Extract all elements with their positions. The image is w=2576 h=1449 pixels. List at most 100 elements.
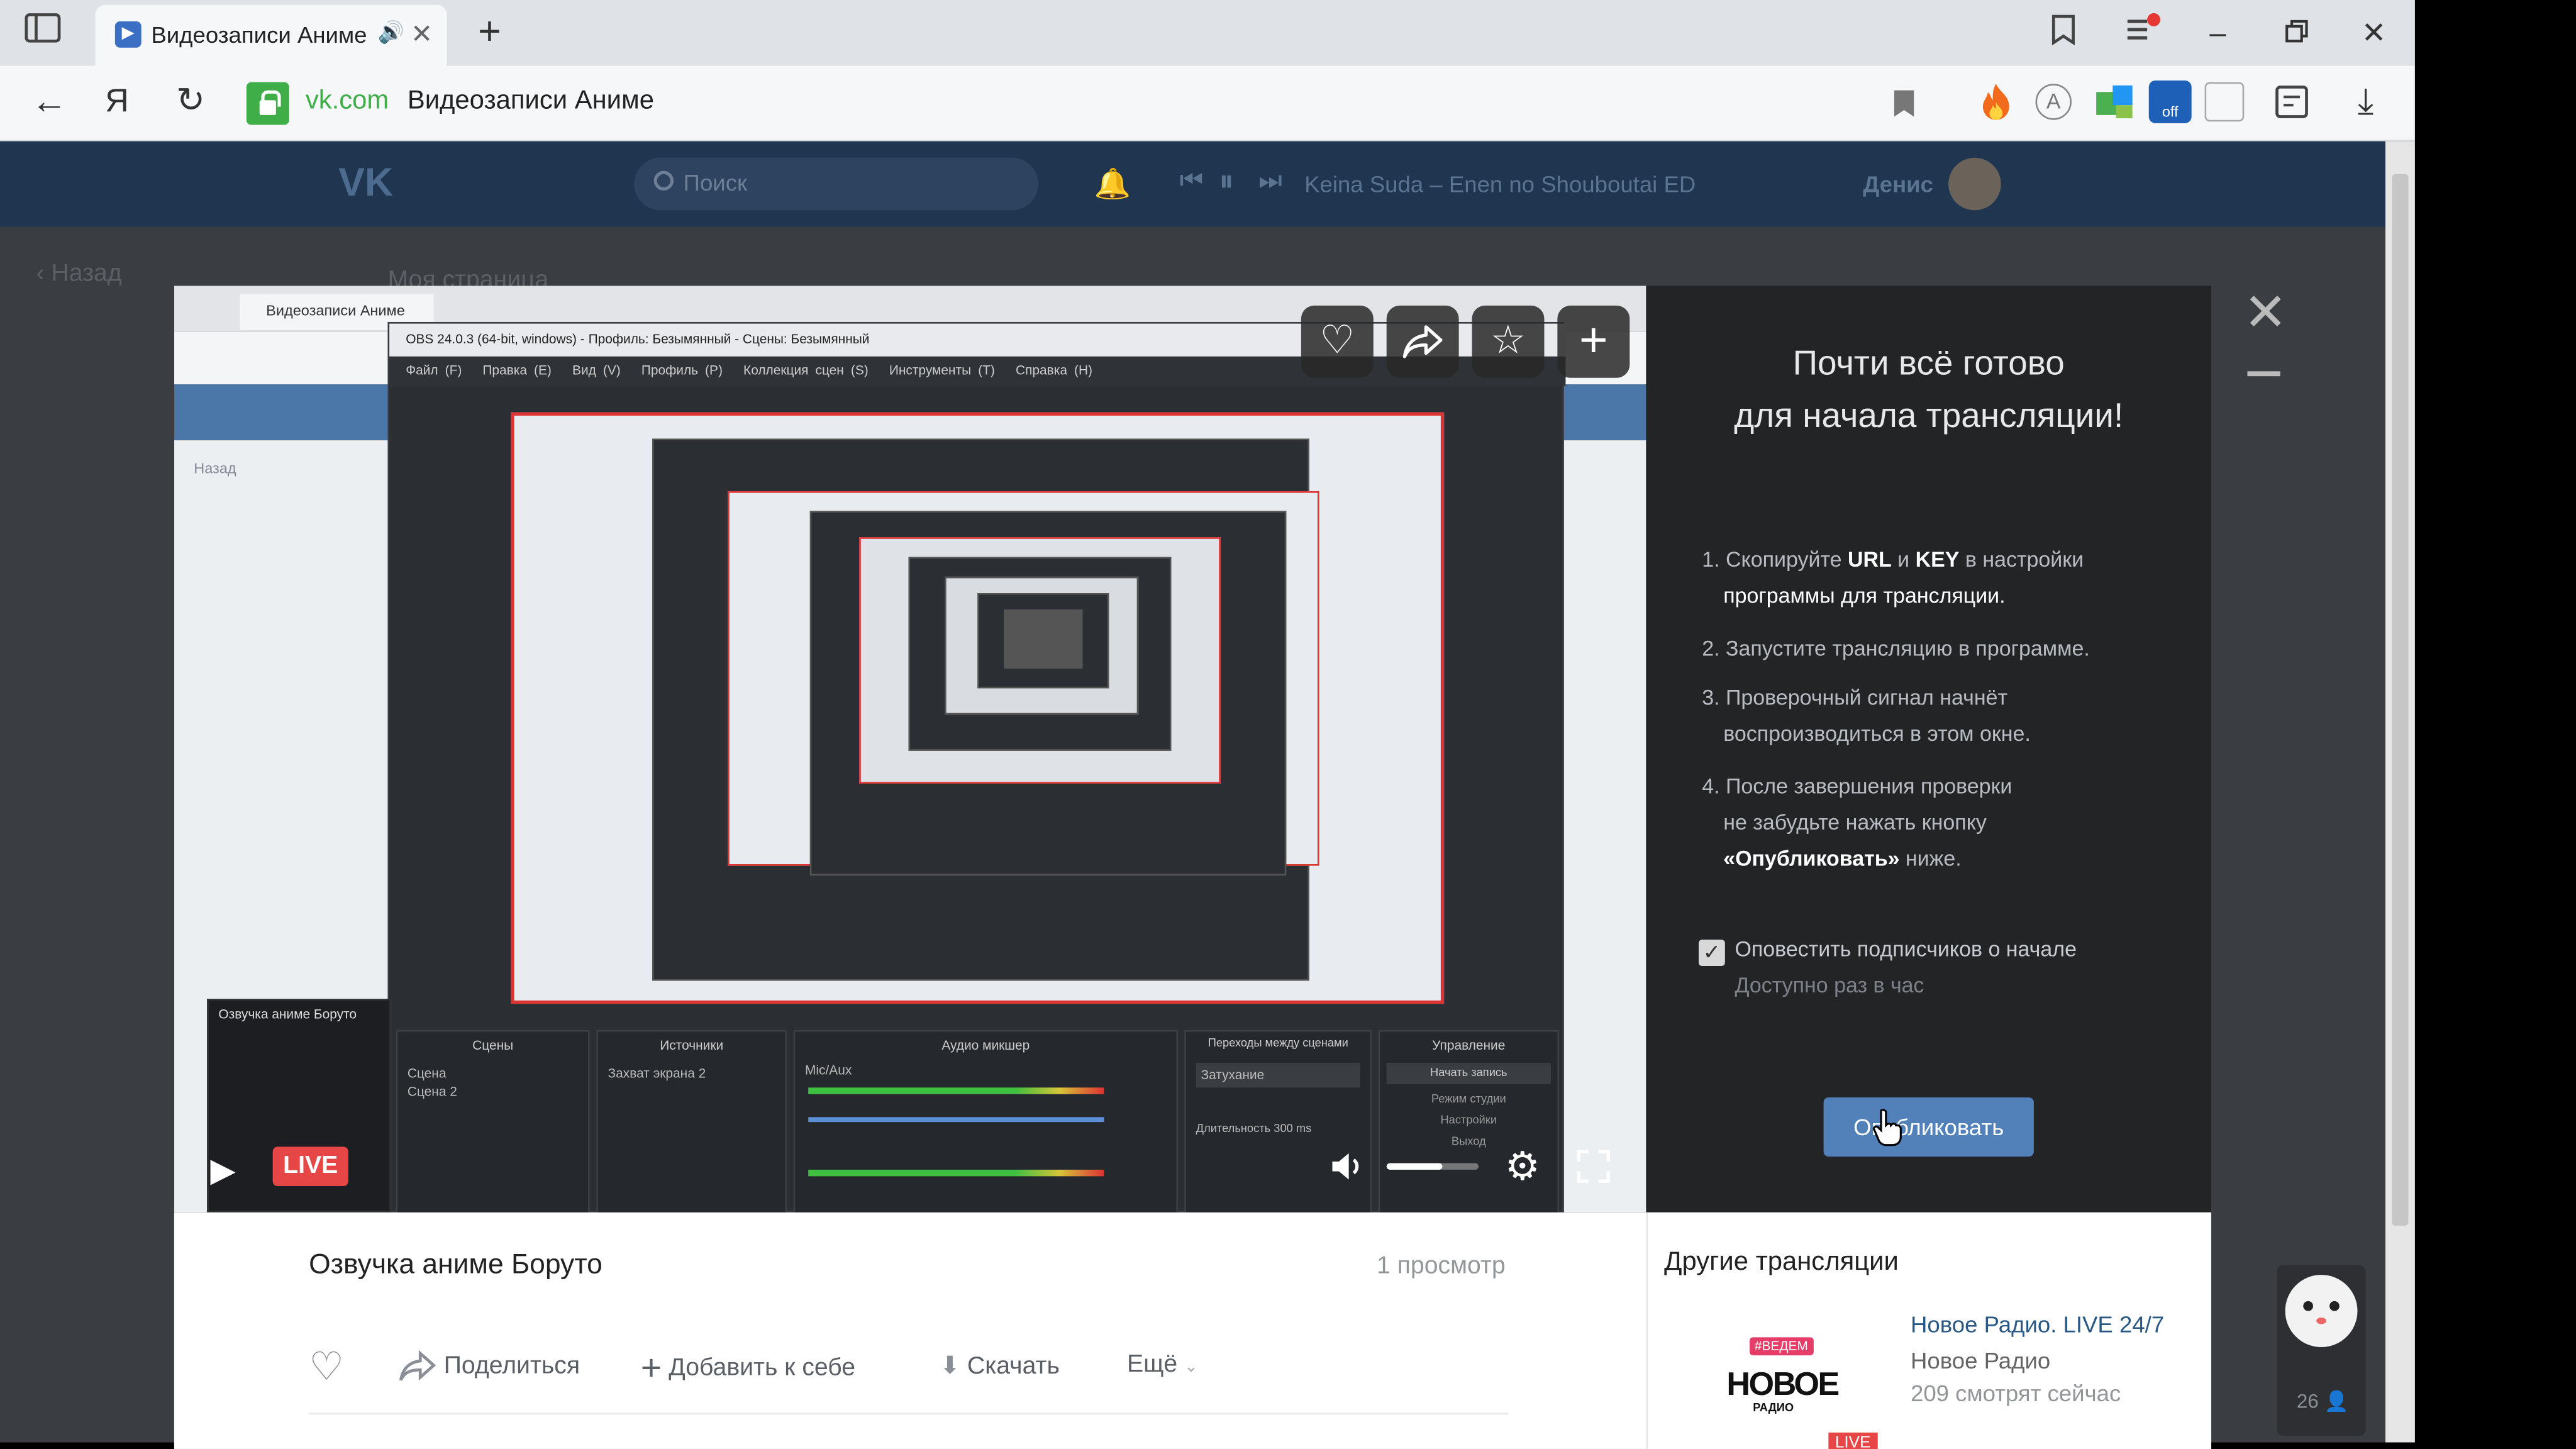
obs-menu-item: Коллекция сцен (S) xyxy=(743,363,869,378)
like-heart-icon[interactable]: ♡ xyxy=(309,1344,344,1392)
side-widget[interactable]: 26 👤 xyxy=(2277,1265,2366,1436)
obs-menu-item: Вид (V) xyxy=(572,363,621,378)
restore-icon[interactable] xyxy=(2277,13,2317,53)
cat-avatar xyxy=(2285,1275,2358,1348)
publish-button[interactable]: Опубликовать xyxy=(1823,1097,2034,1157)
notify-label[interactable]: Оповестить подписчиков о начале xyxy=(1735,936,2077,961)
screen: ▶ Видеозаписи Аниме 🔊 ✕ + – ✕ ← Я ↻ vk.c… xyxy=(0,0,2576,1449)
other-stream-viewers: 209 смотрят сейчас xyxy=(1910,1380,2121,1407)
volume-icon[interactable] xyxy=(1328,1146,1367,1194)
close-window-icon[interactable]: ✕ xyxy=(2354,13,2394,53)
add-label: Добавить к себе xyxy=(669,1353,856,1382)
setup-title-line2: для начала трансляции! xyxy=(1734,397,2124,436)
favorite-star-icon[interactable]: ☆ xyxy=(1472,305,1545,378)
page-scrollbar[interactable] xyxy=(2385,141,2415,1443)
tab-close-icon[interactable]: ✕ xyxy=(411,18,433,51)
url-domain: vk.com xyxy=(305,87,389,115)
add-to-my-videos-icon[interactable]: + xyxy=(1557,305,1630,378)
scrollbar-thumb[interactable] xyxy=(2392,174,2409,1226)
now-playing[interactable]: Keina Suda – Enen no Shouboutai ED xyxy=(1304,171,1696,197)
puzzle-extension-icon[interactable] xyxy=(2093,82,2136,130)
obs-transition-select: Затухание xyxy=(1196,1063,1360,1088)
step1-post: в настройки xyxy=(1959,547,2084,572)
other-streams-title: Другие трансляции xyxy=(1664,1248,1899,1277)
sidebar-toggle-icon[interactable] xyxy=(23,13,63,53)
obs-menu-item: Профиль (P) xyxy=(641,363,723,378)
novoe-radio-thumb[interactable]: #ВЕДЕМ НОВОЕ РАДИО LIVE xyxy=(1697,1328,1877,1449)
tab-audio-icon[interactable]: 🔊 xyxy=(378,19,404,46)
view-count: 1 просмотр xyxy=(1377,1252,1506,1280)
step3-line2: воспроизводиться в этом окне. xyxy=(1723,721,2031,746)
obs-scenes-dock: Сцены Сцена Сцена 2 xyxy=(396,1030,590,1213)
download-action[interactable]: ⬇ Скачать xyxy=(940,1350,1060,1380)
other-stream-author[interactable]: Новое Радио xyxy=(1911,1347,2050,1374)
logo-main: НОВОЕ xyxy=(1726,1367,1840,1403)
chevron-down-icon: ⌄ xyxy=(1184,1358,1198,1377)
settings-gear-icon[interactable]: ⚙ xyxy=(1505,1143,1540,1191)
yandex-icon[interactable]: Я xyxy=(105,84,129,121)
calendar-extension-icon[interactable]: off xyxy=(2148,80,2192,123)
other-stream-title[interactable]: Новое Радио. LIVE 24/7 xyxy=(1911,1311,2164,1338)
browser-tab-bar: ▶ Видеозаписи Аниме 🔊 ✕ + – ✕ xyxy=(0,0,2415,66)
bell-icon[interactable]: 🔔 xyxy=(1094,167,1131,202)
cat-eye xyxy=(2303,1301,2313,1311)
pause-icon[interactable]: ⏸ xyxy=(1219,164,1234,199)
obs-controls-title: Управление xyxy=(1432,1038,1506,1053)
obs-mixer-channel: Mic/Aux xyxy=(804,1063,852,1078)
logo-tag: #ВЕДЕМ xyxy=(1749,1337,1813,1356)
back-arrow-icon[interactable]: ← xyxy=(30,81,69,122)
obs-duration-value: 300 ms xyxy=(1274,1123,1312,1136)
url-field[interactable]: vk.com Видеозаписи Аниме xyxy=(246,75,1939,128)
like-icon[interactable]: ♡ xyxy=(1301,305,1374,378)
vk-search-input[interactable]: Поиск xyxy=(634,157,1038,211)
bookmarks-panel-icon[interactable] xyxy=(2044,13,2084,53)
bookmark-icon[interactable] xyxy=(1892,89,1916,126)
reading-list-icon[interactable] xyxy=(2273,82,2316,130)
close-modal-icon[interactable]: ✕ xyxy=(2238,282,2294,341)
more-action[interactable]: Ещё ⌄ xyxy=(1127,1350,1198,1378)
setup-step-1: 1. Скопируйте URL и KEY в настройки прог… xyxy=(1702,542,2179,614)
cat-eye xyxy=(2329,1301,2340,1311)
user-name[interactable]: Денис xyxy=(1863,171,1933,197)
browser-tab[interactable]: ▶ Видеозаписи Аниме 🔊 ✕ xyxy=(95,4,447,66)
step1-and: и xyxy=(1891,547,1916,572)
step4-bold: «Опубликовать» xyxy=(1723,846,1900,871)
download-icon[interactable]: ⤓ xyxy=(2346,81,2385,122)
volume-slider-fill xyxy=(1386,1163,1442,1170)
notify-subscribers-checkbox[interactable]: ✓ xyxy=(1699,940,1725,966)
url-link[interactable]: URL xyxy=(1848,547,1892,572)
prev-track-icon[interactable]: ⏮ xyxy=(1180,167,1204,197)
share-action[interactable]: Поделиться xyxy=(397,1350,580,1383)
obs-control-button: Настройки xyxy=(1440,1115,1497,1127)
obs-menu-item: Правка (E) xyxy=(482,363,552,378)
video-player[interactable]: Видеозаписи Аниме Назад OBS 24.0.3 (64-b… xyxy=(174,286,1646,1213)
next-track-icon[interactable]: ⏭ xyxy=(1258,167,1282,197)
play-icon[interactable]: ▶ xyxy=(210,1150,235,1191)
user-avatar[interactable] xyxy=(1948,157,2001,211)
vk-back-link[interactable]: ‹ Назад xyxy=(36,260,121,287)
share-icon[interactable] xyxy=(1386,305,1459,378)
other-streams: Другие трансляции #ВЕДЕМ НОВОЕ РАДИО LIV… xyxy=(1646,1212,2212,1449)
fullscreen-icon[interactable] xyxy=(1574,1146,1613,1194)
obs-menu-item: Справка (H) xyxy=(1015,363,1093,378)
obs-meter xyxy=(808,1169,1104,1177)
translate-extension-icon[interactable]: A xyxy=(2035,84,2072,120)
key-link[interactable]: KEY xyxy=(1916,547,1960,572)
participant-count: 26 👤 xyxy=(2296,1389,2349,1413)
new-tab-icon[interactable]: + xyxy=(470,13,509,53)
minimize-icon[interactable]: – xyxy=(2198,13,2238,53)
flame-extension-icon[interactable] xyxy=(1978,82,2014,122)
minimize-modal-icon[interactable] xyxy=(2247,371,2280,377)
address-bar-row: ← Я ↻ vk.com Видеозаписи Аниме A off ⤓ xyxy=(0,65,2415,142)
add-to-my-videos-action[interactable]: + Добавить к себе xyxy=(641,1347,855,1390)
volume-slider[interactable] xyxy=(1386,1163,1479,1170)
obs-sources-title: Источники xyxy=(660,1038,724,1053)
briefcase-extension-icon[interactable] xyxy=(2204,82,2245,122)
reload-icon[interactable]: ↻ xyxy=(171,82,211,122)
cat-nose xyxy=(2316,1317,2326,1324)
obs-duration-text: Длительность xyxy=(1196,1123,1271,1136)
obs-menu-item: Инструменты (T) xyxy=(889,363,995,378)
vk-logo-icon[interactable]: VK xyxy=(338,161,393,207)
notifications-menu-icon[interactable] xyxy=(2123,13,2162,53)
tab-favicon-icon: ▶ xyxy=(114,21,142,48)
